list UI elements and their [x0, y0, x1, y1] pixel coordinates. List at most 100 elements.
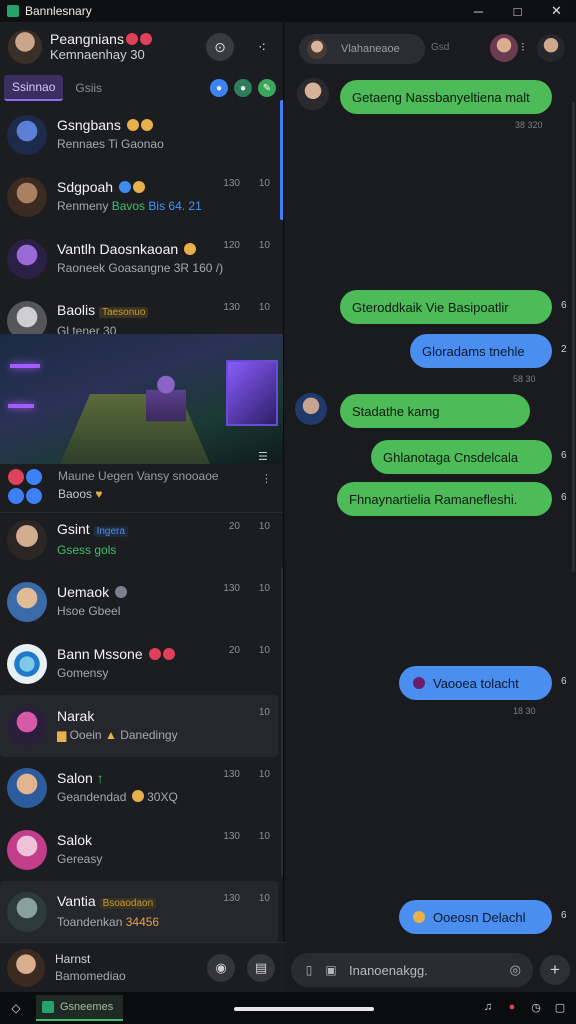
avatar [7, 892, 47, 932]
start-icon[interactable]: ◇ [8, 1000, 24, 1016]
maximize-button[interactable]: □ [498, 0, 537, 22]
current-user-bar: Harnst Bamomediao ◉ ▤ [0, 942, 285, 992]
message-bubble[interactable]: Getaeng Nassbanyeltiena malt [340, 80, 552, 114]
chat-list-item[interactable]: Narak ▆ Ooein ▲ Danedingy 10 [0, 695, 278, 757]
close-button[interactable]: ✕ [537, 0, 576, 22]
notification-icon[interactable]: ● [504, 999, 520, 1015]
avatar[interactable] [8, 30, 42, 64]
avatar [297, 78, 329, 110]
more-icon[interactable]: ⁝ [521, 40, 525, 54]
message-status: 6 [561, 492, 567, 503]
chat-list-scrollbar[interactable] [280, 100, 283, 220]
chat-list-item[interactable]: Gsint Ingera Gsess gols 20 10 [0, 509, 278, 571]
message-bubble[interactable]: Fhnaynartielia Ramanefleshi. [337, 482, 552, 516]
chat-list-item[interactable]: Bann Mssone Gomensy 20 10 [0, 633, 278, 695]
emoji-icon [162, 648, 175, 660]
game-character-shape [146, 372, 186, 442]
edit-icon[interactable]: ✎ [258, 79, 276, 97]
chat-list-item[interactable]: Gsngbans Rennaes Ti Gaonao [0, 104, 278, 166]
system-tray: ♫ ● ◷ ▢ [480, 999, 568, 1015]
chat-name: Salok [57, 832, 93, 848]
tab-groups[interactable]: Gsiis [67, 76, 110, 100]
avatar [7, 177, 47, 217]
chat-icon[interactable]: ▢ [552, 999, 568, 1015]
taskbar: ◇ Gsneemes ♫ ● ◷ ▢ [0, 992, 576, 1024]
chat-tabs: Ssinnao Gsiis ● ● ✎ [0, 74, 283, 102]
chat-preview: Geandendad [57, 790, 127, 804]
tab-all[interactable]: Ssinnao [4, 75, 64, 101]
avatar [7, 830, 47, 870]
chat-list-scrollbar[interactable] [281, 567, 283, 877]
conversation-search[interactable]: Vlahaneaoe [299, 34, 425, 64]
message-status: 6 [561, 910, 567, 921]
emoji-icon [132, 181, 145, 193]
window-title: Bannlesnary [25, 4, 92, 18]
profile-status: Kemnaenhay 30 [50, 47, 145, 62]
emoji-icon [140, 119, 153, 131]
add-button[interactable]: + [540, 955, 570, 985]
more-icon[interactable]: ⋮ [261, 472, 272, 485]
chat-list-item[interactable]: Vantlh Daosnkaoan Raoneek Goasangne 3R 1… [0, 228, 278, 290]
clock-icon[interactable]: ◷ [528, 999, 544, 1015]
chat-list-item[interactable]: Vantia Bsoaodaon Toandenkan 34456 130 10 [0, 881, 278, 942]
message-bubble[interactable]: Ghlanotaga Cnsdelcala [371, 440, 552, 474]
avatar[interactable] [490, 34, 518, 62]
settings-button[interactable]: ▤ [247, 954, 275, 982]
chat-name: Salon [57, 770, 93, 786]
emoji-icon [118, 181, 131, 193]
unread-count: 10 [258, 831, 270, 842]
message-time: 18 30 [513, 706, 536, 716]
message-bubble[interactable]: Vaooea tolacht [399, 666, 552, 700]
avatar[interactable] [537, 34, 565, 62]
emoji-icon [8, 469, 24, 485]
attach-icon[interactable]: ▯ [301, 962, 317, 978]
neon-light-shape [10, 364, 40, 368]
avatar [7, 644, 47, 684]
home-indicator[interactable] [234, 1007, 374, 1011]
emoji-icon [413, 911, 425, 923]
message-input[interactable]: ▯ ▣ Inanoenakgg. ◎ [291, 953, 533, 987]
mic-button[interactable]: ◉ [207, 954, 235, 982]
chat-preview: Gereasy [57, 852, 103, 866]
avatar [7, 582, 47, 622]
image-icon[interactable]: ▣ [323, 962, 339, 978]
emoji-picker-icon[interactable]: ◎ [510, 962, 521, 978]
message-bubble[interactable]: Ooeosn Delachl [399, 900, 552, 934]
message-status: 2 [561, 344, 567, 355]
chat-name: Baolis [57, 302, 96, 318]
headphones-icon[interactable]: ♫ [480, 999, 496, 1015]
chat-name: Gsngbans [57, 117, 121, 133]
chat-list-item[interactable]: Sdgpoah Renmeny Bavos Bis 64. 21 130 10 [0, 166, 278, 228]
unread-count: 10 [258, 893, 270, 904]
chat-list-item[interactable]: Salon ↑ Geandendad 30XQ 130 10 [0, 757, 278, 819]
emoji-icon [115, 586, 128, 598]
chat-list-item[interactable]: Salok Gereasy 130 10 [0, 819, 278, 881]
chat-preview-highlight: Danedingy [120, 728, 178, 742]
emoji-icon: ▲ [104, 728, 117, 742]
pin-icon[interactable]: ● [234, 79, 252, 97]
message-bubble[interactable]: Stadathe kamg [340, 394, 530, 428]
chat-list-item[interactable]: Uemaok Hsoe Gbeel 130 10 [0, 571, 278, 633]
minimize-button[interactable]: ─ [459, 0, 498, 22]
game-screen-shape [226, 360, 278, 426]
neon-light-shape [8, 404, 34, 408]
taskbar-app[interactable]: Gsneemes [36, 995, 124, 1021]
menu-icon[interactable]: ☰ [258, 450, 274, 463]
more-menu-button[interactable]: ⁖ [252, 37, 272, 57]
avatar[interactable] [7, 948, 45, 987]
unread-count: 10 [258, 240, 270, 251]
message-bubble[interactable]: Gloradams tnehle [410, 334, 552, 368]
chat-time: 130 [223, 178, 240, 189]
search-button[interactable]: ⊙ [206, 33, 234, 61]
message-scrollbar[interactable] [572, 102, 575, 572]
game-media-preview[interactable]: ☰ [0, 334, 283, 464]
filter-icon[interactable]: ● [210, 79, 228, 97]
message-bubble[interactable]: Gteroddkaik Vie Basipoatlir [340, 290, 552, 324]
chat-tag: Taesonuo [99, 307, 149, 318]
emoji-icon [131, 790, 144, 802]
emoji-icon [8, 488, 24, 504]
chat-preview: Ooein [69, 728, 102, 742]
avatar [307, 39, 327, 59]
emoji-icon [148, 648, 161, 660]
chat-preview-highlight: Bavos [111, 199, 146, 213]
